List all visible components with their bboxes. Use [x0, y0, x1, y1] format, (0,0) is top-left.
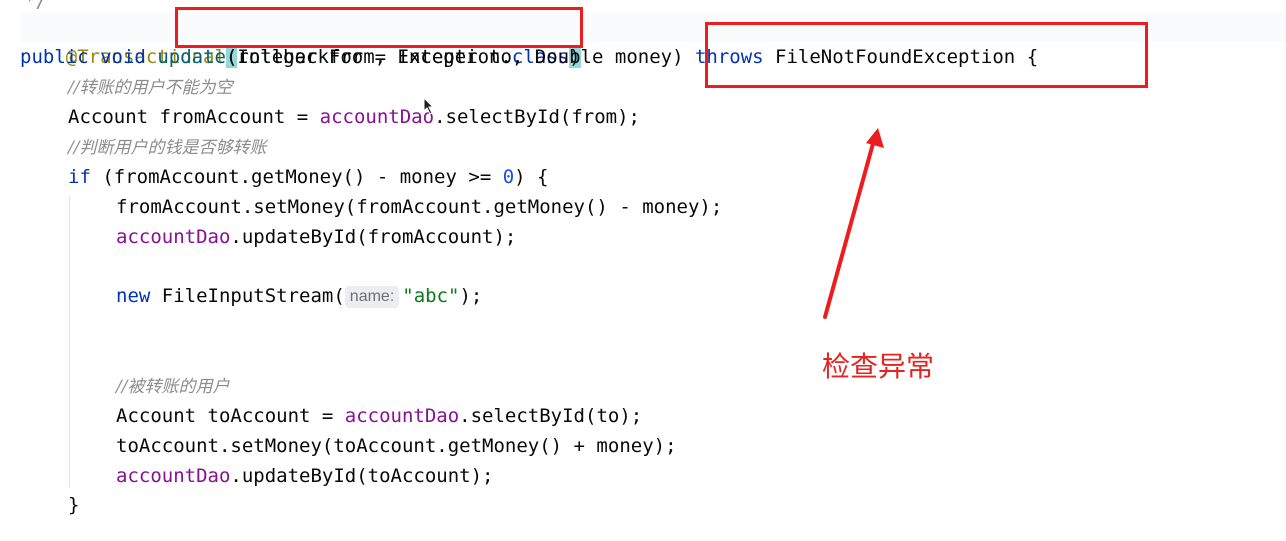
comment-end: */	[24, 0, 47, 12]
public-keyword: public	[20, 46, 89, 68]
code-line-close-brace[interactable]: }	[68, 490, 79, 520]
string-literal: "abc"	[402, 285, 460, 307]
field-ref: accountDao	[116, 465, 231, 487]
code-line-comment-1[interactable]: //转账的用户不能为空	[68, 72, 232, 102]
number-literal: 0	[502, 166, 515, 188]
mouse-cursor-icon	[423, 97, 435, 115]
code-line-8[interactable]: accountDao.updateById(fromAccount);	[116, 222, 516, 252]
comment-text: //判断用户的钱是否够转账	[68, 138, 267, 158]
code-text: .updateById(fromAccount);	[230, 226, 517, 248]
new-keyword: new	[116, 285, 151, 307]
code-text: ) {	[514, 166, 549, 188]
highlight-box-throws	[705, 22, 1148, 88]
annotation-note: 检查异常	[822, 350, 935, 383]
field-ref: accountDao	[344, 405, 460, 427]
code-line-9[interactable]: new FileInputStream(name: "abc");	[116, 281, 482, 311]
code-text: );	[459, 285, 483, 307]
field-ref: accountDao	[116, 226, 231, 248]
comment-text: //被转账的用户	[116, 377, 230, 397]
code-line-4[interactable]: Account fromAccount = accountDao.selectB…	[68, 102, 640, 132]
code-line-comment-2[interactable]: //判断用户的钱是否够转账	[68, 132, 266, 162]
code-line-comment-3[interactable]: //被转账的用户	[116, 371, 229, 401]
method-params: (Integer from, Integer to, Double money)	[225, 46, 695, 68]
code-line-7[interactable]: fromAccount.setMoney(fromAccount.getMone…	[116, 192, 722, 222]
code-text: toAccount.setMoney(toAccount.getMoney() …	[116, 435, 677, 457]
field-ref: accountDao	[319, 106, 435, 128]
highlight-box-rollback	[175, 7, 583, 48]
code-line-if[interactable]: if (fromAccount.getMoney() - money >= 0)…	[68, 162, 548, 192]
method-name: update	[157, 46, 226, 68]
void-keyword: void	[100, 46, 146, 68]
if-keyword: if	[68, 166, 91, 188]
code-text: fromAccount.setMoney(fromAccount.getMone…	[116, 196, 723, 218]
parameter-hint: name:	[344, 286, 400, 308]
code-text: FileInputStream(	[150, 285, 345, 307]
code-line-12[interactable]: toAccount.setMoney(toAccount.getMoney() …	[116, 431, 677, 461]
code-text: .updateById(toAccount);	[230, 465, 494, 487]
code-line-11[interactable]: Account toAccount = accountDao.selectByI…	[116, 401, 642, 431]
code-text: }	[68, 494, 80, 516]
indent-guide	[69, 196, 70, 488]
code-line-13[interactable]: accountDao.updateById(toAccount);	[116, 461, 494, 491]
comment-text: //转账的用户不能为空	[68, 78, 233, 98]
code-text: (fromAccount.getMoney() - money >=	[90, 166, 503, 188]
arrow-icon	[823, 128, 884, 319]
code-text: Account fromAccount =	[68, 106, 320, 128]
code-text: .selectById(to);	[459, 405, 643, 427]
code-text: Account toAccount =	[116, 405, 345, 427]
code-text: .selectById(from);	[434, 106, 640, 128]
